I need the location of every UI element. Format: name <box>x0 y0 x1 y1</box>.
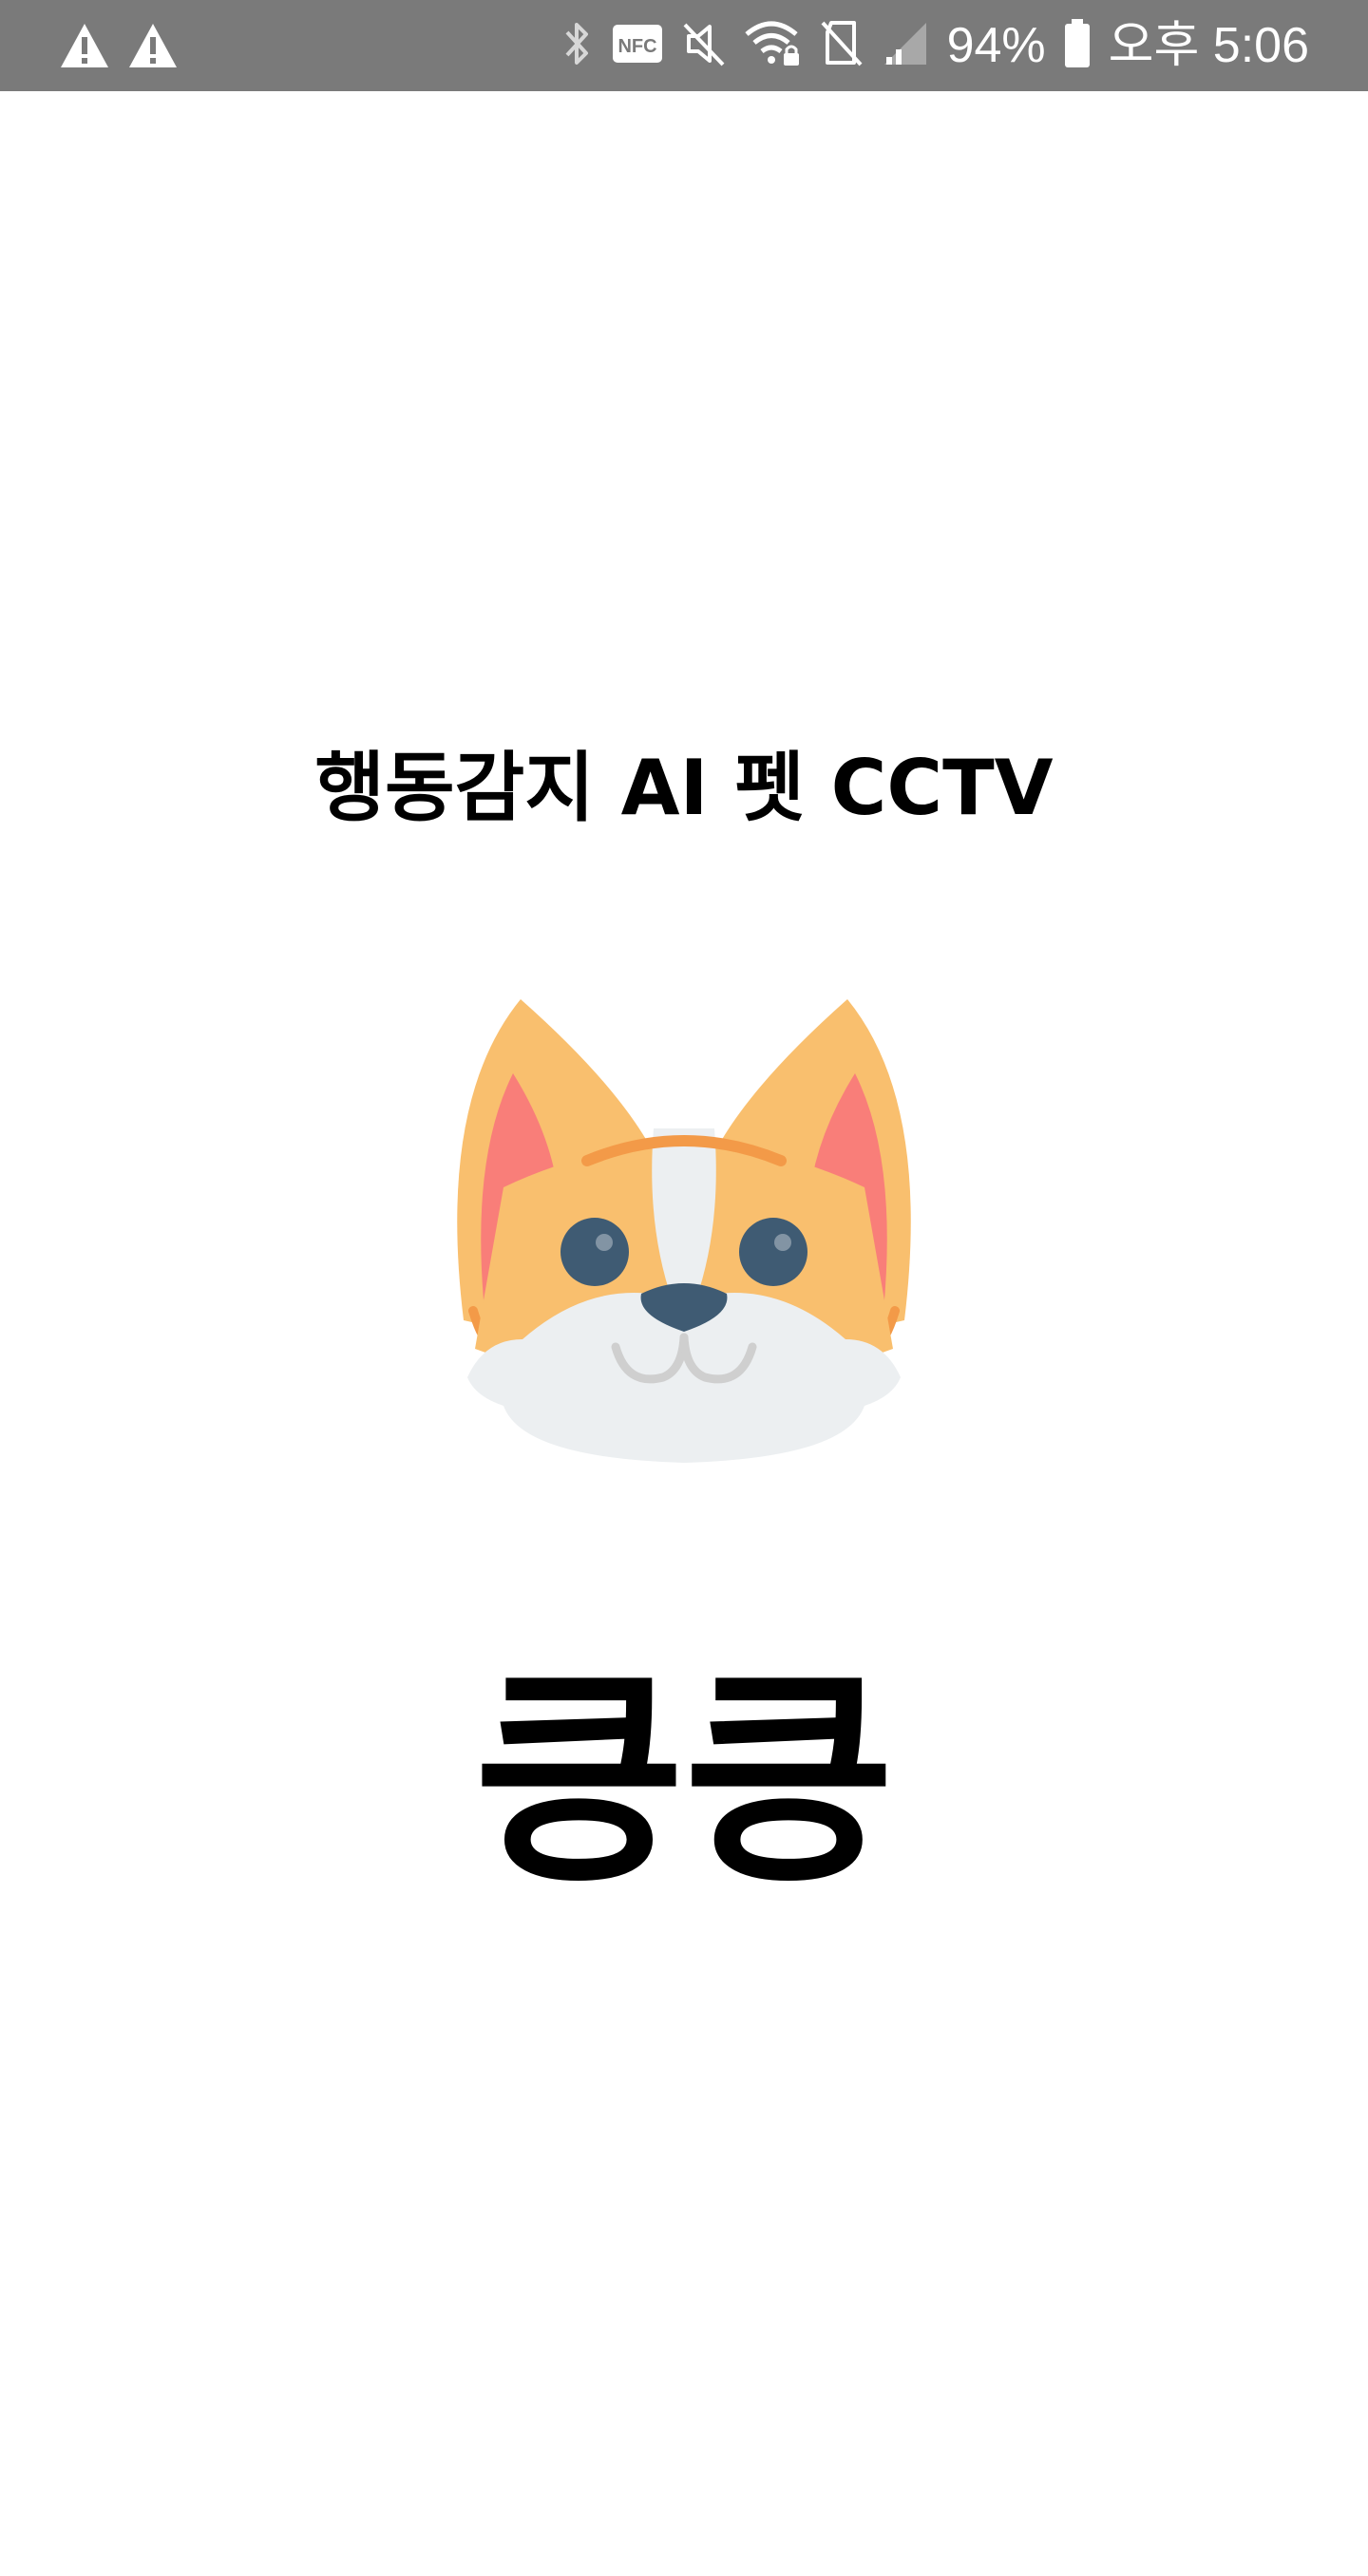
no-sim-icon <box>820 19 864 72</box>
bluetooth-icon <box>561 18 594 73</box>
status-bar: NFC 94% 오후 5:06 <box>0 0 1368 91</box>
wifi-lock-icon <box>744 19 803 72</box>
clock: 오후 5:06 <box>1108 18 1309 73</box>
nfc-icon: NFC <box>611 21 664 70</box>
corgi-face-icon <box>446 988 922 1472</box>
warning-icon <box>127 21 179 74</box>
app-title: 행동감지 AI 펫 CCTV <box>314 744 1054 832</box>
svg-text:NFC: NFC <box>618 36 656 57</box>
signal-icon <box>881 19 930 72</box>
status-right: NFC 94% 오후 5:06 <box>561 17 1309 74</box>
status-left <box>59 21 179 74</box>
mute-icon <box>681 19 727 72</box>
battery-icon <box>1063 18 1092 73</box>
app-name: 킁킁 <box>474 1648 894 1914</box>
warning-icon <box>59 21 110 74</box>
battery-percent: 94% <box>946 18 1046 73</box>
